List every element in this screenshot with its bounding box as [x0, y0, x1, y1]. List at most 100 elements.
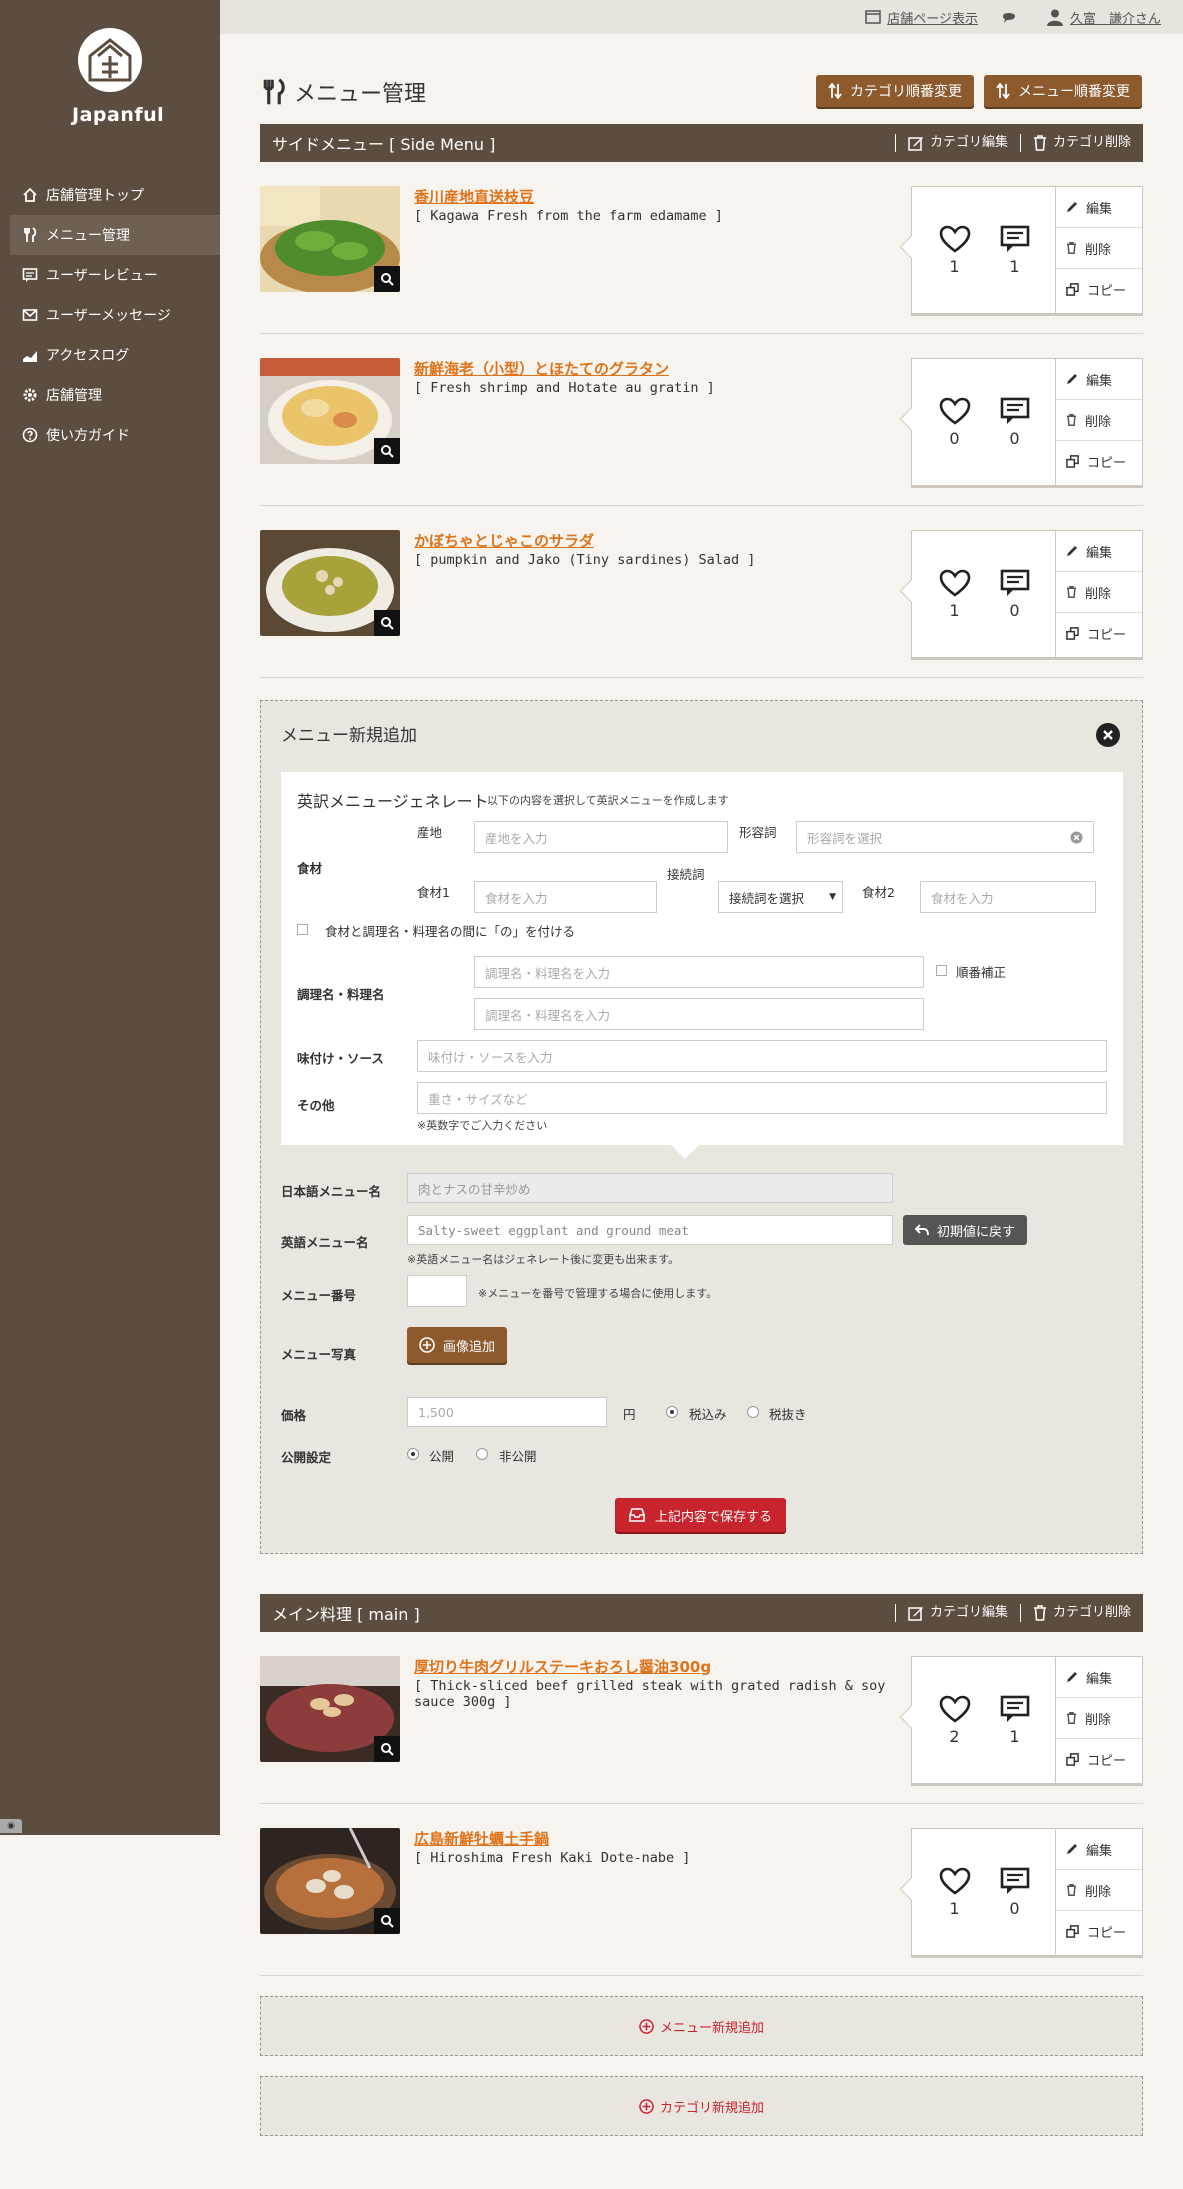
photo-label: メニュー写真 — [281, 1347, 357, 1362]
delete-button[interactable]: 削除 — [1056, 400, 1142, 441]
likes-count: 1 — [939, 225, 971, 276]
menu-item-english: [ Hiroshima Fresh Kaki Dote-nabe ] — [414, 1850, 691, 1866]
cooking-label: 調理名・料理名 — [297, 987, 385, 1002]
delete-button[interactable]: 削除 — [1056, 572, 1142, 613]
tax-included-radio[interactable] — [666, 1406, 678, 1418]
sidebar-item-guide[interactable]: 使い方ガイド — [10, 415, 220, 455]
other-input[interactable]: 重さ・サイズなど — [417, 1082, 1107, 1114]
publish-private-radio[interactable] — [476, 1448, 488, 1460]
copy-button[interactable]: コピー — [1056, 441, 1142, 482]
add-menu-button[interactable]: メニュー新規追加 — [260, 1996, 1143, 2056]
sidebar-item-access-log[interactable]: アクセスログ — [10, 335, 220, 375]
order-fix-checkbox[interactable] — [936, 965, 947, 976]
reset-button[interactable]: 初期値に戻す — [903, 1215, 1028, 1245]
eye-icon[interactable]: ◉ — [0, 1819, 22, 1833]
heart-icon — [939, 1695, 970, 1723]
copy-button[interactable]: コピー — [1056, 269, 1142, 310]
copy-button[interactable]: コピー — [1056, 1739, 1142, 1780]
menu-order-button[interactable]: メニュー順番変更 — [984, 75, 1142, 107]
store-page-link[interactable]: 店舗ページ表示 — [865, 8, 978, 27]
cooking-input-2[interactable]: 調理名・料理名を入力 — [474, 998, 924, 1030]
copy-button[interactable]: コピー — [1056, 1911, 1142, 1952]
zoom-icon[interactable] — [374, 1908, 400, 1934]
menu-item-photo[interactable] — [260, 1656, 400, 1762]
heart-icon — [939, 225, 970, 253]
menu-item-name[interactable]: かぼちゃとじゃこのサラダ — [414, 530, 594, 551]
edit-button[interactable]: 編集 — [1056, 359, 1142, 400]
comments-count: 0 — [1000, 1867, 1030, 1918]
user-link[interactable]: 久富 謙介さん — [1046, 8, 1161, 27]
menu-item-photo[interactable] — [260, 1828, 400, 1934]
adjective-select[interactable]: 形容詞を選択 — [796, 821, 1094, 853]
jp-name-input[interactable]: 肉とナスの甘辛炒め — [407, 1173, 893, 1203]
likes-count: 1 — [939, 569, 971, 620]
sidebar-item-messages[interactable]: ユーザーメッセージ — [10, 295, 220, 335]
add-category-button[interactable]: カテゴリ新規追加 — [260, 2076, 1143, 2136]
logo[interactable]: Japanful — [72, 26, 164, 126]
sidebar-item-menu[interactable]: メニュー管理 — [10, 215, 220, 255]
category-edit-button[interactable]: カテゴリ編集 — [894, 1604, 1008, 1622]
menu-item-name[interactable]: 広島新鮮牡蠣土手鍋 — [414, 1828, 549, 1849]
menu-item-photo[interactable] — [260, 186, 400, 292]
save-button[interactable]: 上記内容で保存する — [615, 1498, 787, 1532]
sidebar-nav: 店舗管理トップ メニュー管理 ユーザーレビュー ユーザーメッセージ アクセスログ… — [10, 175, 220, 455]
sauce-input[interactable]: 味付け・ソースを入力 — [417, 1040, 1107, 1072]
number-input[interactable] — [407, 1275, 467, 1307]
publish-label: 公開設定 — [281, 1450, 332, 1465]
sidebar-item-label: ユーザーメッセージ — [46, 308, 171, 324]
no-particle-checkbox[interactable] — [297, 924, 308, 935]
category-order-button[interactable]: カテゴリ順番変更 — [816, 75, 974, 107]
sidebar-item-reviews[interactable]: ユーザーレビュー — [10, 255, 220, 295]
other-note: ※英数字でご入力ください — [417, 1119, 548, 1132]
en-name-input[interactable]: Salty-sweet eggplant and ground meat — [407, 1215, 893, 1245]
conjunction-select[interactable]: 接続詞を選択 ▼ — [718, 881, 843, 913]
category-delete-button[interactable]: カテゴリ削除 — [1019, 134, 1131, 152]
edit-button[interactable]: 編集 — [1056, 531, 1142, 572]
ingredient1-input[interactable]: 食材を入力 — [474, 881, 657, 913]
delete-button[interactable]: 削除 — [1056, 1698, 1142, 1739]
zoom-icon[interactable] — [374, 266, 400, 292]
copy-icon — [1066, 1925, 1079, 1938]
publish-public-radio[interactable] — [407, 1448, 419, 1460]
category-header-main: メイン料理 [ main ] カテゴリ編集 カテゴリ削除 — [260, 1594, 1143, 1632]
home-icon — [20, 185, 40, 205]
copy-button[interactable]: コピー — [1056, 613, 1142, 654]
delete-button[interactable]: 削除 — [1056, 1870, 1142, 1911]
add-image-button[interactable]: 画像追加 — [407, 1327, 508, 1363]
close-icon[interactable] — [1096, 723, 1120, 747]
clear-icon[interactable] — [1070, 831, 1083, 844]
category-delete-button[interactable]: カテゴリ削除 — [1019, 1604, 1131, 1622]
menu-item-panel: 2 1 編集 削除 コピー — [899, 1656, 1143, 1784]
ingredient2-input[interactable]: 食材を入力 — [920, 881, 1096, 913]
origin-input[interactable]: 産地を入力 — [474, 821, 728, 853]
gear-icon — [20, 385, 40, 405]
conjunction-label: 接続詞 — [667, 867, 705, 882]
menu-item-photo[interactable] — [260, 530, 400, 636]
edit-button[interactable]: 編集 — [1056, 1829, 1142, 1870]
delete-button[interactable]: 削除 — [1056, 228, 1142, 269]
new-menu-form: メニュー新規追加 英訳メニュージェネレート 以下の内容を選択して英訳メニューを作… — [260, 700, 1143, 1554]
edit-button[interactable]: 編集 — [1056, 187, 1142, 228]
sidebar-item-store-top[interactable]: 店舗管理トップ — [10, 175, 220, 215]
menu-item-photo[interactable] — [260, 358, 400, 464]
category-edit-button[interactable]: カテゴリ編集 — [894, 134, 1008, 152]
tax-included-label: 税込み — [689, 1407, 727, 1422]
trash-icon — [1067, 1884, 1076, 1896]
sidebar-item-store-settings[interactable]: 店舗管理 — [10, 375, 220, 415]
menu-item-name[interactable]: 香川産地直送枝豆 — [414, 186, 534, 207]
chat-button[interactable] — [1000, 9, 1024, 25]
likes-count: 0 — [939, 397, 971, 448]
zoom-icon[interactable] — [374, 1736, 400, 1762]
trash-icon — [1067, 242, 1076, 254]
cooking-input-1[interactable]: 調理名・料理名を入力 — [474, 956, 924, 988]
edit-button[interactable]: 編集 — [1056, 1657, 1142, 1698]
tax-excluded-radio[interactable] — [747, 1406, 759, 1418]
menu-item-name[interactable]: 厚切り牛肉グリルステーキおろし醤油300g — [414, 1656, 711, 1677]
main-content: メニュー管理 カテゴリ順番変更 メニュー順番変更 サイドメニュー [ Side … — [260, 34, 1143, 2136]
number-note: ※メニューを番号で管理する場合に使用します。 — [478, 1287, 718, 1300]
menu-item-name[interactable]: 新鮮海老（小型）とほたてのグラタン — [414, 358, 669, 379]
zoom-icon[interactable] — [374, 610, 400, 636]
zoom-icon[interactable] — [374, 438, 400, 464]
order-fix-label: 順番補正 — [956, 965, 1007, 980]
price-input[interactable]: 1,500 — [407, 1397, 607, 1427]
